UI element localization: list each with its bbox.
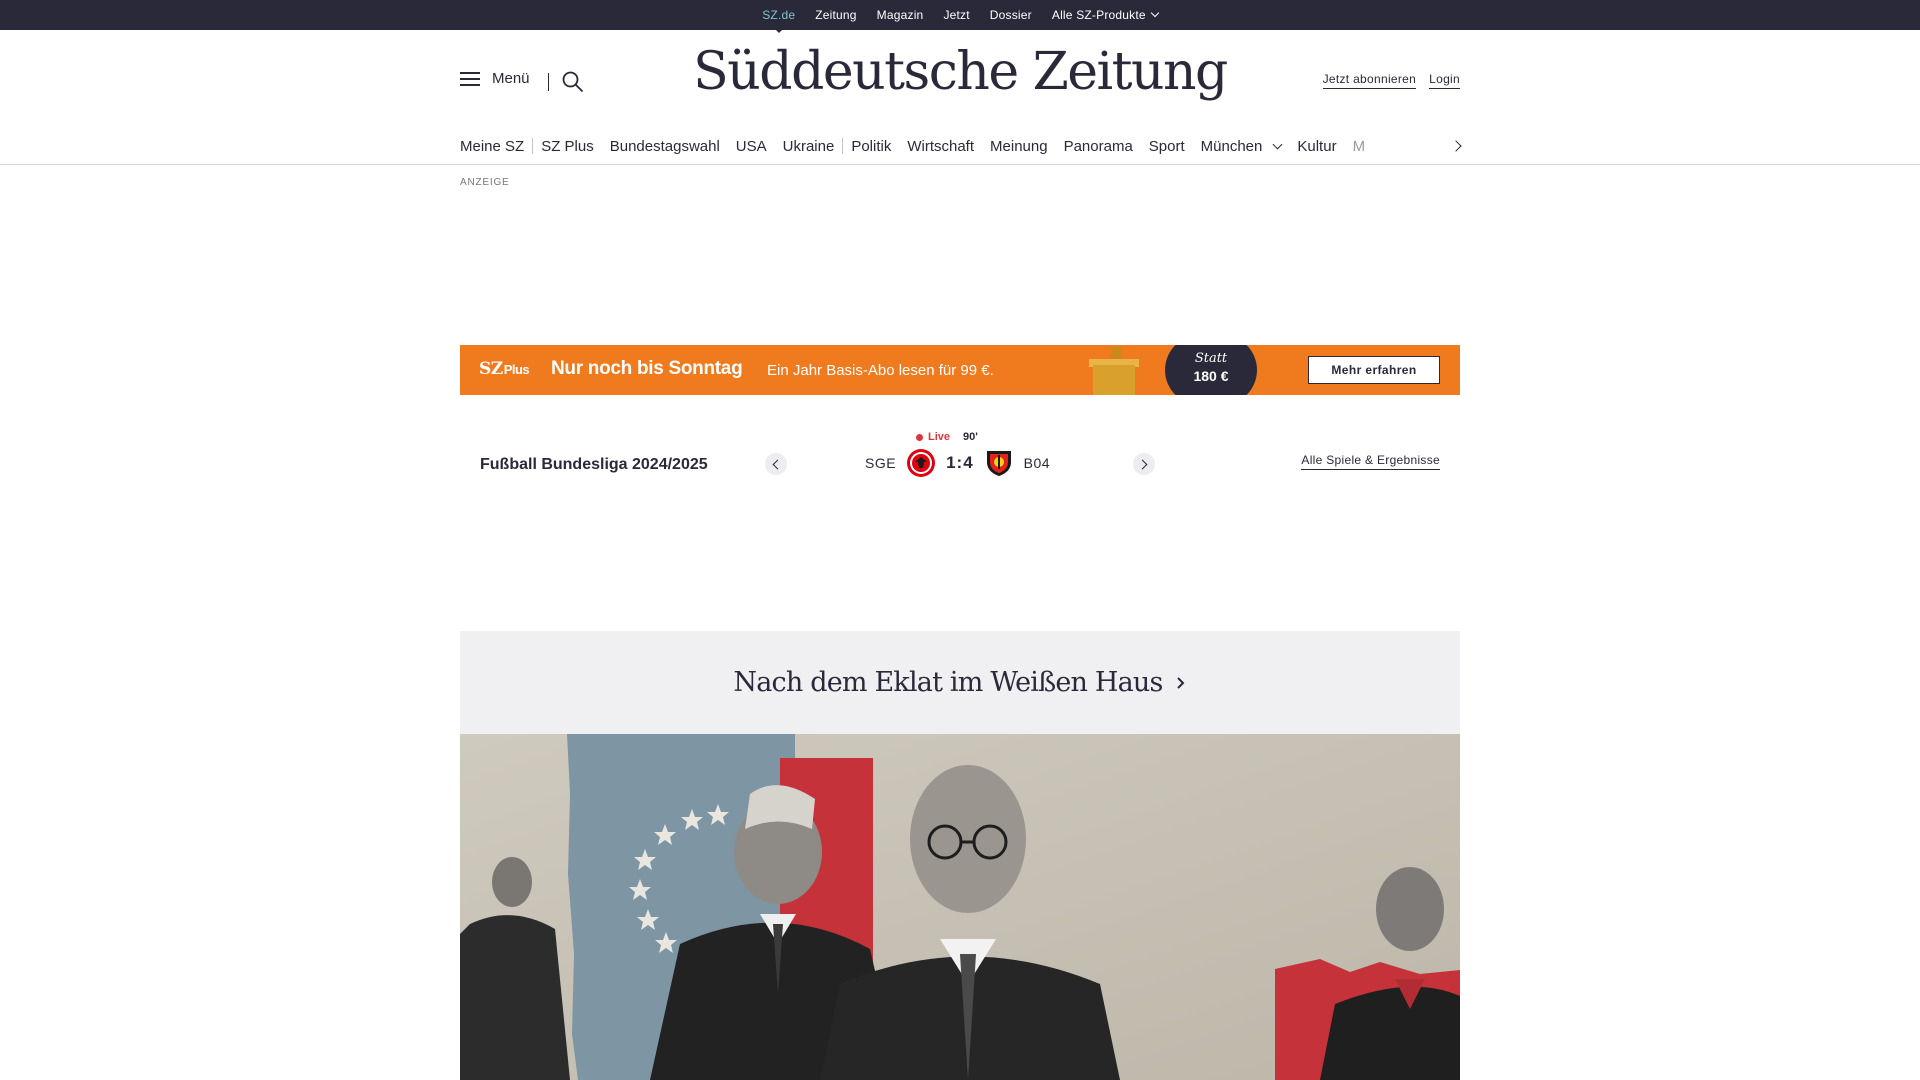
ad-label: ANZEIGE — [460, 177, 510, 188]
login-link[interactable]: Login — [1429, 72, 1460, 89]
match-score: 1:4 — [946, 453, 974, 472]
nav-item-meine-sz[interactable]: Meine SZ — [460, 138, 532, 155]
ticker-prev-button[interactable] — [765, 453, 787, 475]
nav-item-politik[interactable]: Politik — [843, 138, 899, 155]
sz-plus-logo: SZPlus — [479, 359, 530, 379]
topbar-link-dossier[interactable]: Dossier — [990, 8, 1032, 22]
nav-item-usa[interactable]: USA — [728, 138, 775, 155]
topbar-link-alle-produkte[interactable]: Alle SZ-Produkte — [1051, 8, 1160, 22]
topic-header[interactable]: Nach dem Eklat im Weißen Haus — [460, 631, 1460, 734]
chevron-right-icon — [1176, 676, 1184, 689]
promo-headline: Nur noch bis Sonntag — [551, 358, 743, 379]
old-price: 180 € — [1193, 368, 1229, 384]
chevron-down-icon — [1272, 139, 1283, 149]
header-divider — [548, 73, 549, 91]
search-button[interactable] — [561, 70, 585, 94]
live-dot-icon — [916, 433, 923, 441]
leverkusen-crest-icon — [986, 451, 1011, 476]
logo-container: Süddeutsche Zeitung — [0, 46, 1920, 98]
nav-item-kultur[interactable]: Kultur — [1289, 138, 1344, 155]
nav-item-sport[interactable]: Sport — [1141, 138, 1193, 155]
away-team: B04 — [1023, 455, 1051, 471]
logo[interactable]: Süddeutsche Zeitung — [693, 42, 1228, 102]
hero-image[interactable] — [460, 734, 1460, 1080]
nav-item-muenchen-label: München — [1200, 137, 1263, 155]
subscribe-link[interactable]: Jetzt abonnieren — [1322, 72, 1417, 89]
site-header: Menü Süddeutsche Zeitung Jetzt abonniere… — [0, 30, 1920, 165]
topbar-link-magazin[interactable]: Magazin — [877, 8, 924, 22]
mehr-erfahren-button[interactable]: Mehr erfahren — [1308, 356, 1440, 384]
score-ticker: Fußball Bundesliga 2024/2025 Live 90' SG… — [460, 425, 1460, 505]
topbar-link-szde[interactable]: SZ.de — [762, 8, 795, 33]
chevron-right-icon — [1450, 140, 1462, 152]
hamburger-icon — [460, 71, 480, 86]
nav-item-truncated[interactable]: M — [1345, 138, 1374, 155]
nav-fade-overlay — [1410, 130, 1450, 162]
topbar-link-zeitung[interactable]: Zeitung — [815, 8, 856, 22]
league-title: Fußball Bundesliga 2024/2025 — [480, 456, 708, 473]
search-icon — [562, 71, 584, 93]
menu-label: Menü — [492, 70, 530, 87]
match-card[interactable]: SGE 1:4 B04 — [865, 448, 1050, 478]
nav-item-wirtschaft[interactable]: Wirtschaft — [899, 138, 982, 155]
topbar-link-alle-produkte-label: Alle SZ-Produkte — [1051, 8, 1146, 22]
chevron-left-icon — [772, 459, 783, 469]
chevron-right-icon — [1137, 459, 1148, 469]
home-team: SGE — [865, 455, 897, 471]
nav-item-muenchen[interactable]: München — [1193, 138, 1290, 155]
chevron-down-icon — [1150, 8, 1160, 18]
topic-title: Nach dem Eklat im Weißen Haus — [733, 667, 1163, 698]
live-indicator: Live — [916, 431, 950, 443]
menu-button[interactable]: Menü — [460, 70, 530, 87]
match-minute: 90' — [963, 431, 978, 443]
nav-scroll-next-button[interactable] — [1447, 130, 1465, 162]
promo-banner[interactable]: SZPlus Nur noch bis Sonntag Ein Jahr Bas… — [460, 345, 1460, 395]
nav-item-ukraine[interactable]: Ukraine — [775, 138, 843, 155]
top-utility-bar: SZ.de Zeitung Magazin Jetzt Dossier Alle… — [0, 0, 1920, 33]
ballot-box-illustration — [1093, 365, 1135, 395]
ticker-next-button[interactable] — [1133, 453, 1155, 475]
promo-subline: Ein Jahr Basis-Abo lesen für 99 €. — [767, 362, 994, 379]
nav-item-bundestagswahl[interactable]: Bundestagswahl — [602, 138, 728, 155]
topbar-link-jetzt[interactable]: Jetzt — [943, 8, 969, 22]
nav-item-meinung[interactable]: Meinung — [982, 138, 1056, 155]
old-price-badge: Statt 180 € — [1165, 345, 1257, 395]
eintracht-crest-icon — [907, 449, 936, 477]
sz-plus-logo-plus: Plus — [503, 362, 530, 377]
all-games-link[interactable]: Alle Spiele & Ergebnisse — [1301, 453, 1440, 470]
nav-item-sz-plus[interactable]: SZ Plus — [533, 138, 602, 155]
live-label: Live — [928, 431, 951, 443]
account-links: Jetzt abonnieren Login — [1322, 72, 1460, 89]
hero-collage-illustration — [460, 734, 1460, 1080]
statt-label: Statt — [1194, 351, 1228, 366]
sz-plus-logo-sz: SZ — [479, 359, 503, 379]
main-nav: Meine SZ SZ Plus Bundestagswahl USA Ukra… — [460, 130, 1460, 162]
nav-item-panorama[interactable]: Panorama — [1056, 138, 1141, 155]
